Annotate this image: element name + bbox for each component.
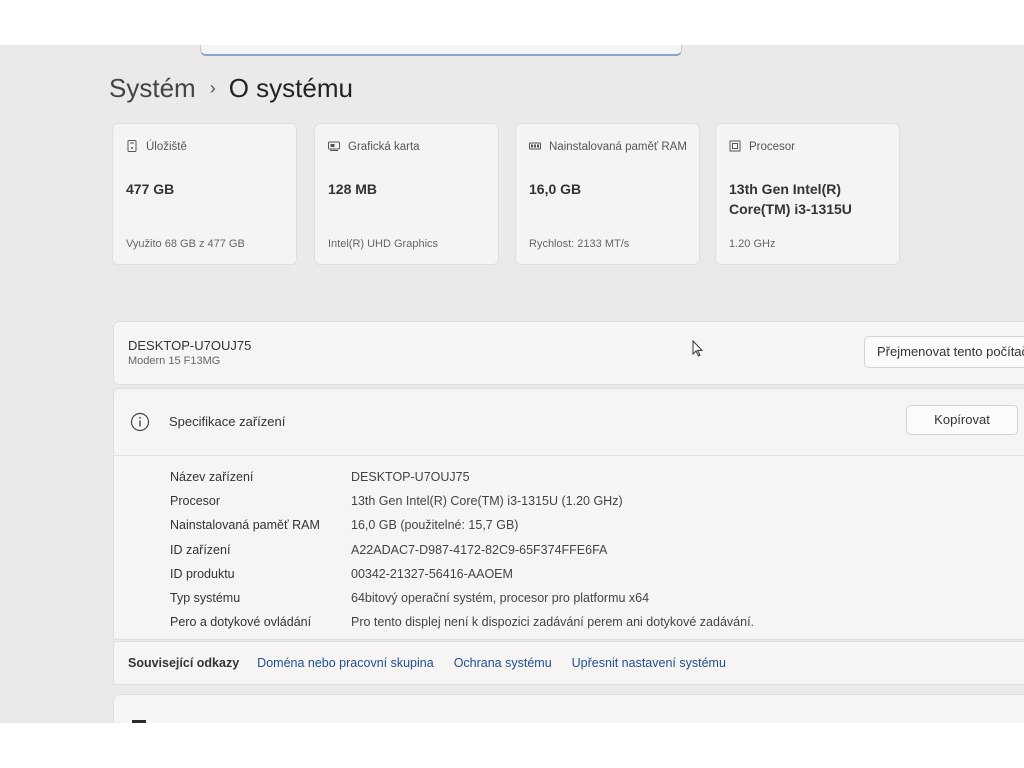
info-icon — [130, 412, 150, 432]
page-title: O systému — [228, 73, 353, 103]
related-links-bar: Související odkazy Doména nebo pracovní … — [113, 641, 1024, 685]
system-protection-link[interactable]: Ochrana systému — [454, 656, 552, 670]
processor-card[interactable]: Procesor 13th Gen Intel(R) Core(TM) i3-1… — [715, 123, 900, 265]
device-name-panel: DESKTOP-U7OUJ75 Modern 15 F13MG Přejmeno… — [113, 321, 1024, 385]
processor-icon — [729, 140, 741, 152]
spec-label: Nainstalovaná paměť RAM — [170, 518, 320, 532]
related-links-label: Související odkazy — [128, 656, 240, 670]
device-name: DESKTOP-U7OUJ75 — [128, 338, 252, 353]
spec-row: ID produktu 00342-21327-56416-AAOEM — [170, 567, 513, 581]
memory-card-title: Nainstalovaná paměť RAM — [549, 141, 687, 153]
graphics-card-sub: Intel(R) UHD Graphics — [328, 238, 439, 250]
device-specs-header[interactable]: Specifikace zařízení Kopírovat — [114, 389, 1024, 456]
windows-specs-icon — [132, 720, 146, 723]
copy-button[interactable]: Kopírovat — [906, 405, 1018, 435]
spec-label: ID zařízení — [170, 543, 231, 557]
domain-workgroup-link[interactable]: Doména nebo pracovní skupina — [257, 656, 434, 670]
spec-value: 13th Gen Intel(R) Core(TM) i3-1315U (1.2… — [351, 494, 623, 508]
spec-row: Typ systému 64bitový operační systém, pr… — [170, 591, 649, 605]
mouse-cursor-icon — [692, 340, 704, 357]
breadcrumb-system-link[interactable]: Systém — [109, 73, 196, 104]
breadcrumb: Systém › O systému — [109, 73, 353, 104]
spec-value: Pro tento displej není k dispozici zadáv… — [351, 615, 755, 629]
spec-row: Název zařízení DESKTOP-U7OUJ75 — [170, 470, 470, 484]
next-section-panel[interactable] — [113, 694, 1024, 723]
storage-card-value: 477 GB — [126, 181, 175, 197]
device-model: Modern 15 F13MG — [128, 355, 221, 367]
spec-row: Pero a dotykové ovládání Pro tento displ… — [170, 615, 754, 629]
memory-icon — [529, 142, 541, 150]
search-box[interactable] — [200, 45, 682, 56]
graphics-card-icon — [328, 141, 340, 151]
spec-value: 00342-21327-56416-AAOEM — [351, 567, 513, 581]
processor-card-title: Procesor — [749, 141, 796, 153]
graphics-card-title: Grafická karta — [348, 141, 420, 153]
spec-label: Procesor — [170, 494, 221, 508]
advanced-system-settings-link[interactable]: Upřesnit nastavení systému — [572, 656, 726, 670]
spec-value: A22ADAC7-D987-4172-82C9-65F374FFE6FA — [351, 543, 608, 557]
breadcrumb-separator: › — [209, 78, 216, 98]
spec-row: Procesor 13th Gen Intel(R) Core(TM) i3-1… — [170, 494, 623, 508]
device-specs-panel: Specifikace zařízení Kopírovat Název zař… — [113, 388, 1024, 640]
storage-card-sub: Využito 68 GB z 477 GB — [126, 238, 245, 250]
spec-value: 16,0 GB (použitelné: 15,7 GB) — [351, 518, 519, 532]
storage-card[interactable]: Úložiště 477 GB Využito 68 GB z 477 GB — [112, 123, 297, 265]
rename-pc-button[interactable]: Přejmenovat tento počítač — [864, 336, 1024, 368]
spec-label: Typ systému — [170, 591, 241, 605]
device-specs-title: Specifikace zařízení — [169, 414, 286, 429]
processor-card-sub: 1.20 GHz — [729, 238, 776, 250]
spec-label: Název zařízení — [170, 470, 254, 484]
graphics-card-value: 128 MB — [328, 181, 378, 197]
storage-icon — [127, 140, 137, 152]
memory-card-value: 16,0 GB — [529, 181, 582, 197]
settings-window: Systém › O systému Úložiště 477 GB Využi… — [0, 45, 1024, 723]
memory-card[interactable]: Nainstalovaná paměť RAM 16,0 GB Rychlost… — [515, 123, 700, 265]
spec-row: Nainstalovaná paměť RAM 16,0 GB (použite… — [170, 518, 518, 532]
spec-label: ID produktu — [170, 567, 235, 581]
memory-card-sub: Rychlost: 2133 MT/s — [529, 238, 630, 250]
storage-card-title: Úložiště — [146, 141, 187, 153]
processor-card-value: 13th Gen Intel(R) Core(TM) i3-1315U — [729, 181, 852, 217]
spec-row: ID zařízení A22ADAC7-D987-4172-82C9-65F3… — [170, 543, 607, 557]
spec-value: DESKTOP-U7OUJ75 — [351, 470, 470, 484]
graphics-card[interactable]: Grafická karta 128 MB Intel(R) UHD Graph… — [314, 123, 499, 265]
spec-label: Pero a dotykové ovládání — [170, 615, 312, 629]
spec-value: 64bitový operační systém, procesor pro p… — [351, 591, 650, 605]
